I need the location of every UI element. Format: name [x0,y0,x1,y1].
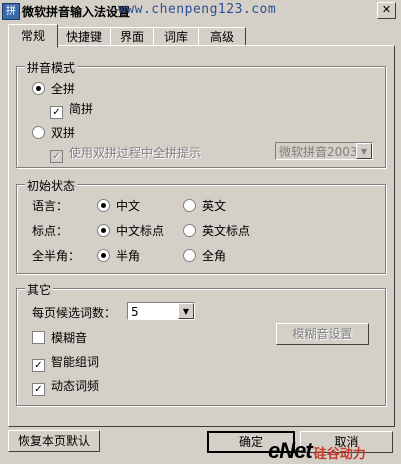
candidates-value: 5 [131,305,139,319]
check-icon: ✓ [32,359,45,372]
punctuation-label: 标点： [32,224,69,238]
shuangpin-hint-checkbox[interactable]: ✓ 使用双拼过程中全拼提示 [50,144,201,163]
tab-panel-general: 拼音模式 全拼 ✓ 简拼 双拼 ✓ 使用双拼过程中全拼提示 微软拼音2003 ▼ 初… [8,45,395,427]
dynamic-frequency-label: 动态词频 [51,379,100,393]
close-button[interactable]: ✕ [377,2,396,19]
other-group: 其它 每页候选词数： 5 ▼ 模糊音 模糊音设置 ✓ 智能组词 ✓ 动态词频 [16,281,386,406]
jianpin-label: 简拼 [69,102,94,116]
radio-empty-icon [183,224,196,237]
shuangpin-scheme-value: 微软拼音2003 [279,145,358,159]
candidates-label: 每页候选词数： [32,306,117,320]
language-english-radio[interactable]: 英文 [183,197,226,214]
restore-defaults-button[interactable]: 恢复本页默认 [8,430,100,452]
radio-selected-icon [97,199,110,212]
language-chinese-label: 中文 [116,199,141,213]
dynamic-frequency-checkbox[interactable]: ✓ 动态词频 [32,377,99,396]
app-icon: 拼 [2,3,20,20]
language-english-label: 英文 [202,199,227,213]
tab-general[interactable]: 常规 [8,24,58,48]
enet-logo-latin: eNet [268,438,313,463]
initial-state-legend: 初始状态 [25,177,78,194]
fuzzy-checkbox[interactable]: 模糊音 [32,329,87,346]
smart-phrase-label: 智能组词 [51,355,100,369]
full-width-label: 全角 [202,249,227,263]
quanpin-radio[interactable]: 全拼 [32,80,75,97]
language-label: 语言： [32,199,69,213]
tab-advanced[interactable]: 高级 [198,27,246,47]
shuangpin-scheme-select[interactable]: 微软拼音2003 ▼ [275,142,373,160]
enet-logo: eNet 硅谷动力 [268,438,366,464]
quanpin-label: 全拼 [51,82,76,96]
radio-selected-icon [97,249,110,262]
radio-empty-icon [183,249,196,262]
punct-english-radio[interactable]: 英文标点 [183,222,250,239]
chevron-down-icon: ▼ [178,303,194,319]
punct-english-label: 英文标点 [202,224,251,238]
chevron-down-icon: ▼ [356,143,372,159]
shuangpin-hint-label: 使用双拼过程中全拼提示 [69,146,202,160]
width-label: 全半角： [32,249,81,263]
checkbox-empty-icon [32,331,45,344]
shuangpin-label: 双拼 [51,126,76,140]
radio-selected-icon [97,224,110,237]
full-width-radio[interactable]: 全角 [183,247,226,264]
watermark-text: www.chenpeng123.com [118,2,277,17]
radio-empty-icon [183,199,196,212]
punct-chinese-label: 中文标点 [116,224,165,238]
enet-logo-cn: 硅谷动力 [313,446,366,461]
tab-interface[interactable]: 界面 [110,27,154,47]
fuzzy-settings-button[interactable]: 模糊音设置 [276,323,369,345]
tab-shortcuts[interactable]: 快捷键 [57,27,111,47]
punct-chinese-radio[interactable]: 中文标点 [97,222,164,239]
smart-phrase-checkbox[interactable]: ✓ 智能组词 [32,353,99,372]
tab-lexicon[interactable]: 词库 [153,27,199,47]
half-width-label: 半角 [116,249,141,263]
check-icon: ✓ [50,106,63,119]
half-width-radio[interactable]: 半角 [97,247,140,264]
candidates-select[interactable]: 5 ▼ [127,302,195,320]
language-chinese-radio[interactable]: 中文 [97,197,140,214]
other-legend: 其它 [25,281,54,298]
check-icon: ✓ [32,383,45,396]
pinyin-mode-group: 拼音模式 全拼 ✓ 简拼 双拼 ✓ 使用双拼过程中全拼提示 微软拼音2003 ▼ [16,59,386,168]
shuangpin-radio[interactable]: 双拼 [32,124,75,141]
check-icon: ✓ [50,150,63,163]
initial-state-group: 初始状态 语言： 中文 英文 标点： 中文标点 英文标点 全半角： 半角 全角 [16,177,386,274]
radio-empty-icon [32,126,45,139]
radio-selected-icon [32,82,45,95]
jianpin-checkbox[interactable]: ✓ 简拼 [50,100,93,119]
pinyin-mode-legend: 拼音模式 [25,59,78,76]
fuzzy-label: 模糊音 [51,331,88,345]
title-bar: 拼 微软拼音输入法设置 www.chenpeng123.com ✕ [0,0,401,22]
window-title: 微软拼音输入法设置 [22,5,131,19]
